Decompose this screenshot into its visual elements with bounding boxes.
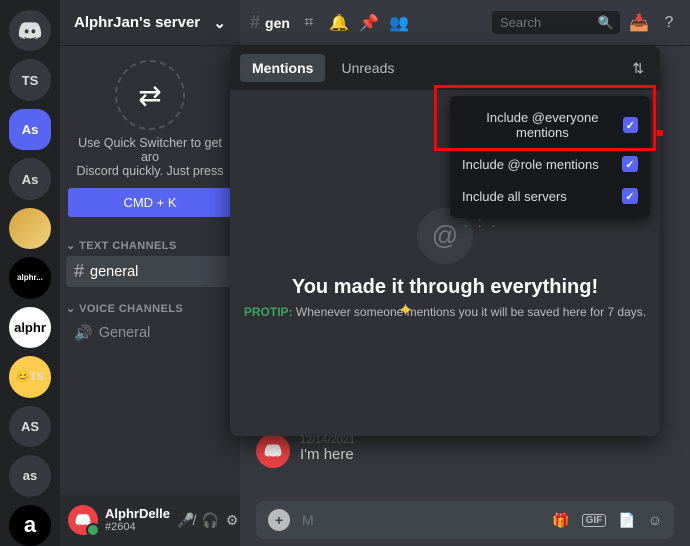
channel-name: general bbox=[90, 264, 138, 280]
filter-popover: Include @everyone mentions ✓ Include @ro… bbox=[450, 96, 650, 218]
notifications-icon[interactable]: 🔔 bbox=[328, 13, 350, 33]
server-label: as bbox=[23, 468, 37, 483]
channel-name: General bbox=[99, 325, 151, 341]
threads-icon[interactable]: ⌗ bbox=[298, 14, 320, 32]
guild-header[interactable]: AlphrJan's server ⌄ bbox=[60, 0, 240, 46]
tab-unreads[interactable]: Unreads bbox=[329, 54, 406, 82]
pinned-icon[interactable]: 📌 bbox=[358, 13, 380, 33]
quick-switcher-text: Discord quickly. Just press bbox=[68, 164, 232, 178]
message-input[interactable] bbox=[302, 512, 540, 528]
user-avatar[interactable] bbox=[68, 505, 98, 535]
discord-logo-icon bbox=[75, 512, 91, 528]
search-icon: 🔍 bbox=[598, 15, 614, 31]
checkbox-checked-icon[interactable]: ✓ bbox=[623, 117, 638, 133]
inbox-tabbar: Mentions Unreads ⇅ bbox=[230, 46, 660, 90]
server-item[interactable]: a bbox=[9, 505, 51, 546]
quick-switcher-icon: ⇄ bbox=[115, 60, 185, 130]
voice-channel-item[interactable]: 🔊 General bbox=[66, 319, 234, 347]
user-footer: AlphrDelle #2604 🎤̸ 🎧 ⚙ bbox=[60, 494, 240, 546]
message-avatar[interactable] bbox=[256, 434, 290, 468]
server-label: AS bbox=[21, 419, 39, 434]
sparkle-icon: ✦ bbox=[398, 300, 413, 321]
quick-switcher-card: ⇄ Use Quick Switcher to get aro Discord … bbox=[68, 60, 232, 217]
protip-text: Whenever someone mentions you it will be… bbox=[296, 305, 646, 319]
server-label: a bbox=[24, 512, 36, 538]
server-label: alphr... bbox=[17, 273, 43, 282]
checkbox-checked-icon[interactable]: ✓ bbox=[622, 156, 638, 172]
inbox-popover: Mentions Unreads ⇅ . : . @ ✦ You made it… bbox=[230, 46, 660, 436]
quick-switcher-button[interactable]: CMD + K bbox=[68, 188, 232, 217]
filter-all-servers[interactable]: Include all servers ✓ bbox=[450, 180, 650, 212]
server-label: As bbox=[22, 122, 39, 137]
checkbox-checked-icon[interactable]: ✓ bbox=[622, 188, 638, 204]
channel-title-text: gen bbox=[265, 15, 290, 31]
inbox-empty-subtitle: PROTIP: Whenever someone mentions you it… bbox=[244, 305, 646, 319]
deafen-icon[interactable]: 🎧 bbox=[201, 512, 218, 529]
filter-label: Include @role mentions bbox=[462, 157, 599, 172]
server-rail: TS As As alphr... alphr 😊TS AS as a bbox=[0, 0, 60, 546]
composer: + 🎁 GIF 📄 ☺ bbox=[240, 494, 690, 546]
composer-inner[interactable]: + 🎁 GIF 📄 ☺ bbox=[256, 501, 674, 539]
home-button[interactable] bbox=[9, 10, 51, 51]
discord-logo-icon bbox=[18, 19, 42, 43]
inbox-body: . : . @ ✦ You made it through everything… bbox=[230, 90, 660, 436]
server-item[interactable] bbox=[9, 208, 51, 249]
tab-mentions[interactable]: Mentions bbox=[240, 54, 325, 82]
server-item[interactable]: TS bbox=[9, 59, 51, 100]
mute-icon[interactable]: 🎤̸ bbox=[177, 512, 194, 529]
filter-role[interactable]: Include @role mentions ✓ bbox=[450, 148, 650, 180]
server-item[interactable]: AS bbox=[9, 406, 51, 447]
guild-name: AlphrJan's server bbox=[74, 14, 200, 31]
gif-icon[interactable]: GIF bbox=[582, 514, 607, 527]
server-label: TS bbox=[22, 73, 39, 88]
server-label: As bbox=[22, 172, 39, 187]
filter-label: Include @everyone mentions bbox=[462, 110, 623, 140]
attach-button[interactable]: + bbox=[268, 509, 290, 531]
server-item[interactable]: As bbox=[9, 158, 51, 199]
filter-button[interactable]: ⇅ bbox=[626, 60, 650, 77]
speaker-icon: 🔊 bbox=[74, 324, 93, 342]
protip-label: PROTIP: bbox=[244, 305, 293, 319]
channel-title: # gen bbox=[250, 12, 290, 33]
search-field[interactable]: 🔍 bbox=[492, 11, 620, 34]
channel-item[interactable]: # general bbox=[66, 256, 234, 287]
channel-sidebar: AlphrJan's server ⌄ ⇄ Use Quick Switcher… bbox=[60, 0, 240, 546]
channel-header: # gen ⌗ 🔔 📌 👥 🔍 📥 ? bbox=[240, 0, 690, 46]
settings-icon[interactable]: ⚙ bbox=[226, 512, 239, 529]
user-tag: #2604 bbox=[105, 521, 170, 533]
discord-logo-icon bbox=[264, 442, 282, 460]
message: 12/14/2021 I'm here bbox=[240, 434, 690, 468]
server-item[interactable]: alphr bbox=[9, 307, 51, 348]
gift-icon[interactable]: 🎁 bbox=[552, 512, 569, 529]
server-item[interactable]: alphr... bbox=[9, 257, 51, 298]
server-item[interactable]: as bbox=[9, 455, 51, 496]
filter-everyone[interactable]: Include @everyone mentions ✓ bbox=[450, 102, 650, 148]
sticker-icon[interactable]: 📄 bbox=[618, 512, 635, 529]
quick-switcher-text: Use Quick Switcher to get aro bbox=[68, 136, 232, 164]
hashtag-icon: # bbox=[250, 12, 260, 33]
server-label: alphr bbox=[14, 320, 46, 335]
voice-channels-header[interactable]: VOICE CHANNELS bbox=[66, 302, 234, 315]
message-text: I'm here bbox=[300, 446, 355, 463]
text-channels-header[interactable]: TEXT CHANNELS bbox=[66, 239, 234, 252]
server-label: TS bbox=[30, 371, 44, 383]
help-icon[interactable]: ? bbox=[658, 14, 680, 32]
filter-label: Include all servers bbox=[462, 189, 567, 204]
members-icon[interactable]: 👥 bbox=[388, 13, 410, 33]
inbox-icon[interactable]: 📥 bbox=[628, 13, 650, 33]
server-item[interactable]: 😊TS bbox=[9, 356, 51, 397]
inbox-empty-title: You made it through everything! bbox=[292, 276, 598, 299]
chevron-down-icon: ⌄ bbox=[213, 14, 226, 32]
user-name: AlphrDelle bbox=[105, 507, 170, 521]
emoji-icon[interactable]: ☺ bbox=[648, 512, 662, 528]
server-item[interactable]: As bbox=[9, 109, 51, 150]
hashtag-icon: # bbox=[74, 261, 84, 282]
